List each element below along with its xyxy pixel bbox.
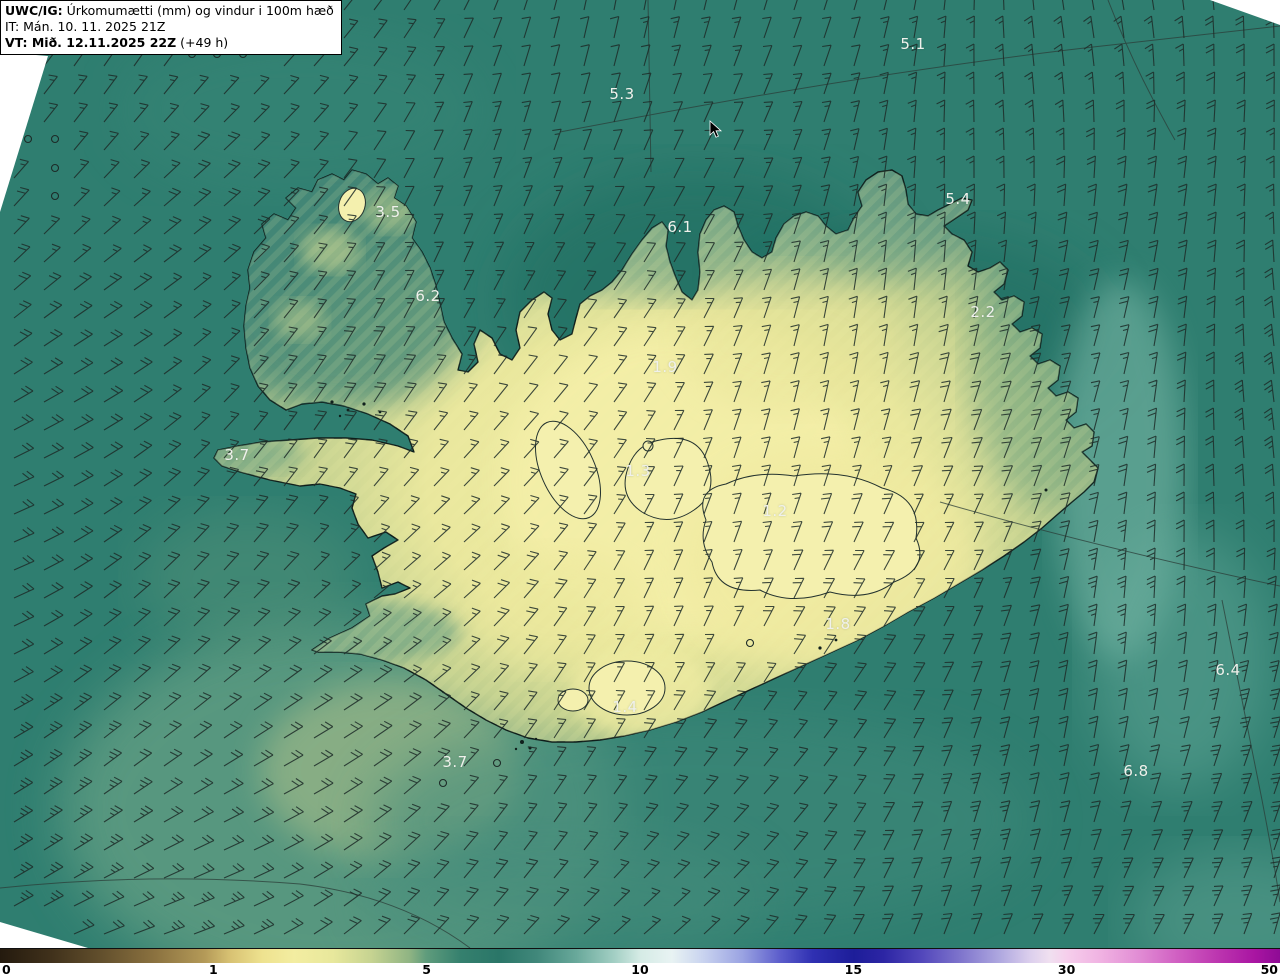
- colorbar-tick: 10: [631, 962, 649, 977]
- chart-title: Úrkomumætti (mm) og vindur i 100m hæð: [62, 3, 334, 18]
- colorbar-tick-labels: 0 1 5 10 15 30 50: [0, 962, 1280, 978]
- map-canvas: [0, 0, 1280, 948]
- colorbar-tick: 15: [844, 962, 863, 977]
- precipitation-colorbar: [0, 948, 1280, 963]
- title-box: UWC/IG: Úrkomumætti (mm) og vindur i 100…: [0, 0, 342, 55]
- colorbar-tick: 50: [1260, 962, 1278, 977]
- colorbar-tick: 1: [209, 962, 218, 977]
- colorbar-tick: 5: [422, 962, 431, 977]
- product-id: UWC/IG:: [5, 3, 63, 18]
- title-line: UWC/IG: Úrkomumætti (mm) og vindur i 100…: [5, 3, 334, 19]
- valid-time-line: VT: Mið. 12.11.2025 22Z (+49 h): [5, 35, 229, 50]
- weather-chart-window: 5.1 5.3 3.5 5.4 6.1 6.2 2.2 1.9 3.7 1.3 1.2 1.8 6.4 1…: [0, 0, 1280, 978]
- weather-map: 5.1 5.3 3.5 5.4 6.1 6.2 2.2 1.9 3.7 1.3 1.2 1.8 6.4 1…: [0, 0, 1280, 948]
- colorbar-tick: 0: [2, 962, 11, 977]
- init-time-line: IT: Mán. 10. 11. 2025 21Z: [5, 19, 166, 34]
- colorbar-tick: 30: [1057, 962, 1076, 977]
